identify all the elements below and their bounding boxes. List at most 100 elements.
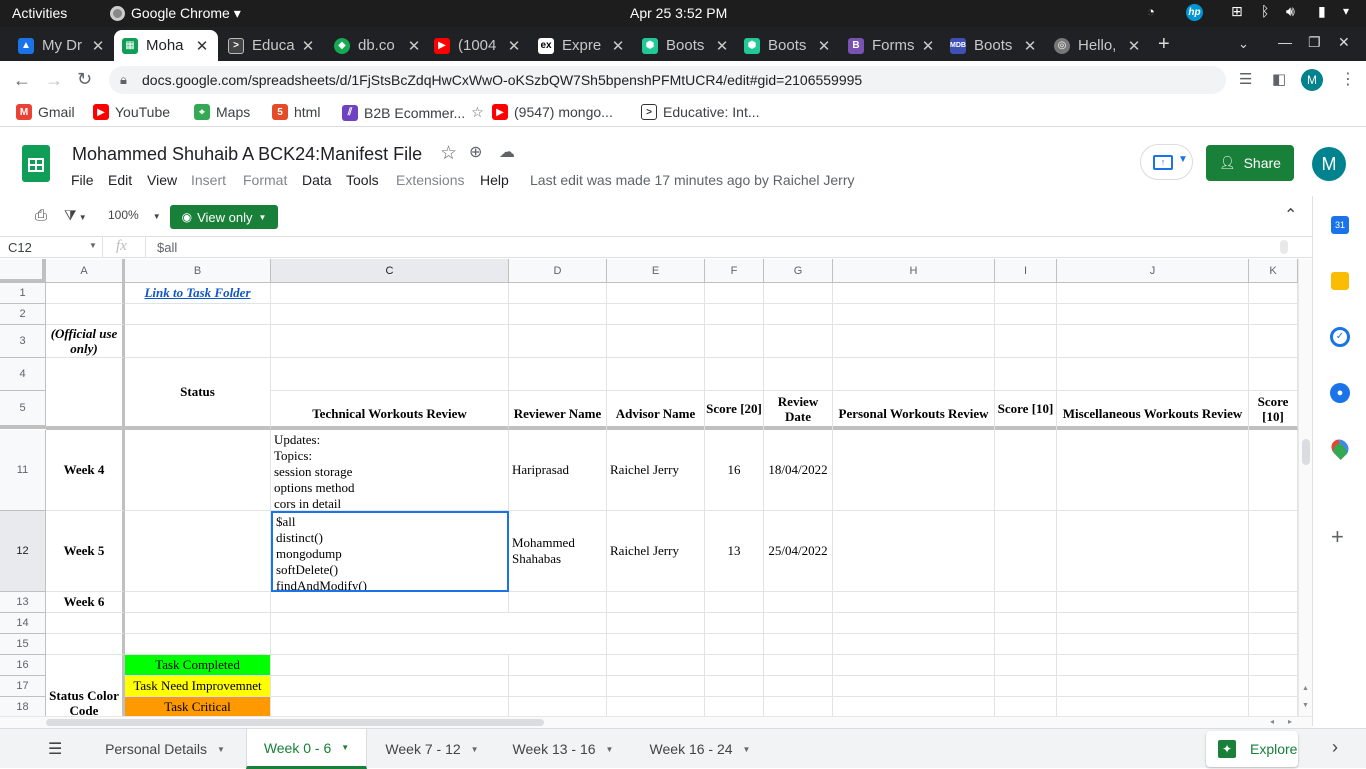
explore-button[interactable]: ✦ Explore [1206,731,1298,767]
battery-icon[interactable]: ▮ [1318,3,1326,20]
column-header[interactable]: F [705,259,764,283]
print-icon[interactable]: ⎙ [35,207,47,224]
review-date-cell[interactable]: 18/04/2022 [764,430,833,511]
cell[interactable] [271,655,509,676]
week-label[interactable]: Week 6 [46,592,125,613]
task-folder-link[interactable]: Link to Task Folder [125,283,271,304]
score-10-header[interactable]: Score [10] [995,391,1057,430]
close-tab-icon[interactable]: ✕ [194,37,210,55]
score-cell[interactable]: 16 [705,430,764,511]
week-label[interactable]: Week 5 [46,511,125,592]
vertical-scrollbar[interactable]: ▲ ▼ [1298,259,1312,716]
bookmark-b2b[interactable]: ⫽ B2B Ecommer... ☆ [342,104,484,121]
browser-tab[interactable]: MDB Boots ✕ [942,30,1046,61]
keep-icon[interactable] [1331,272,1349,290]
score-20-header[interactable]: Score [20] [705,391,764,430]
row-header[interactable]: 4 [0,358,46,391]
cell[interactable] [995,430,1057,511]
tasks-icon[interactable]: ✓ [1330,327,1350,347]
row-header[interactable]: 16 [0,655,46,676]
row-13-empty[interactable] [509,592,1298,613]
close-tab-icon[interactable]: ✕ [816,37,832,55]
advisor-cell[interactable]: Raichel Jerry [607,430,705,511]
row-header[interactable]: 2 [0,304,46,325]
row-header[interactable]: 5 [0,391,46,429]
column-header[interactable]: J [1057,259,1249,283]
filter-icon[interactable]: ⧩ ▼ [64,207,87,224]
cell[interactable] [46,634,125,655]
activities-button[interactable]: Activities [12,5,67,21]
present-button[interactable]: ↑ ▼ [1140,144,1193,180]
cell[interactable] [1057,511,1249,592]
close-tab-icon[interactable]: ✕ [920,37,936,55]
menu-help[interactable]: Help [480,172,509,188]
cell[interactable] [1249,511,1298,592]
column-header[interactable]: B [125,259,271,283]
misc-review-header[interactable]: Miscellaneous Workouts Review [1057,391,1249,430]
cell[interactable] [833,430,995,511]
scroll-left-icon[interactable]: ◂ [1270,717,1274,726]
cell[interactable] [271,676,509,697]
row-header[interactable]: 3 [0,325,46,358]
column-header[interactable]: I [995,259,1057,283]
cell[interactable] [1249,430,1298,511]
row-header[interactable]: 14 [0,613,46,634]
browser-tab[interactable]: ex Expre ✕ [530,30,634,61]
move-icon[interactable]: ⊕ [469,142,482,162]
cell[interactable] [271,592,509,613]
row-header[interactable]: 13 [0,592,46,613]
reviewer-cell[interactable]: Mohammed Shahabas [509,511,607,592]
close-window-icon[interactable]: ✕ [1338,34,1350,51]
close-tab-icon[interactable]: ✕ [506,37,522,55]
cell[interactable] [125,613,271,634]
close-tab-icon[interactable]: ✕ [610,37,626,55]
all-sheets-icon[interactable]: ☰ [48,739,62,759]
technical-review-cell[interactable]: Updates: Topics: session storage options… [271,430,509,511]
volume-icon[interactable]: 🔊︎ [1286,3,1295,20]
cell[interactable] [46,358,125,430]
row-header[interactable]: 17 [0,676,46,697]
system-menu-arrow-icon[interactable]: ▾ [1343,4,1349,18]
sheets-logo-icon[interactable] [22,145,50,182]
close-tab-icon[interactable]: ✕ [406,37,422,55]
account-avatar[interactable]: M [1312,147,1346,181]
more-options-icon[interactable]: ⋮ [1340,69,1356,89]
horizontal-scrollbar[interactable]: ◂ ▸ [0,716,1312,728]
browser-tab[interactable]: B Forms ✕ [840,30,944,61]
app-menu[interactable]: Google Chrome ▾ [131,5,241,22]
status-cell[interactable] [125,511,271,592]
scroll-right-icon[interactable]: ▸ [1288,717,1292,726]
formula-expand-handle[interactable] [1280,240,1288,254]
row-4-empty[interactable] [271,358,1298,391]
cell[interactable] [271,697,509,716]
row-14-empty[interactable] [271,613,1298,634]
row-header-selected[interactable]: 12 [0,511,46,592]
row-16-empty[interactable] [509,655,1298,676]
row-2-empty[interactable] [271,304,1298,325]
browser-tab[interactable]: ▶ (1004 ✕ [426,30,530,61]
column-header-selected[interactable]: C [271,259,509,283]
legend-task-critical[interactable]: Task Critical [125,697,271,716]
column-header[interactable]: D [509,259,607,283]
close-tab-icon[interactable]: ✕ [714,37,730,55]
menu-data[interactable]: Data [302,172,332,188]
network-icon[interactable]: ⊞ [1231,3,1243,20]
bookmark-gmail[interactable]: M Gmail [16,104,75,120]
browser-tab[interactable]: ◆ db.co ✕ [326,30,430,61]
personal-review-header[interactable]: Personal Workouts Review [833,391,995,430]
view-only-button[interactable]: ◉ View only ▼ [170,205,278,229]
legend-task-completed[interactable]: Task Completed [125,655,271,676]
column-header[interactable]: H [833,259,995,283]
show-side-panel-icon[interactable]: › [1332,737,1338,758]
row-header[interactable]: 11 [0,430,46,511]
row-1-empty[interactable] [271,283,1298,304]
cell[interactable] [46,283,125,304]
cell[interactable] [125,634,271,655]
row-3-empty[interactable] [271,325,1298,358]
row-header[interactable]: 18 [0,697,46,716]
bookmark-youtube[interactable]: ▶ YouTube [93,104,170,120]
bluetooth-icon[interactable]: ᛒ [1261,3,1269,19]
tab-search-icon[interactable]: ⌄ [1238,36,1249,52]
week-label[interactable]: Week 4 [46,430,125,511]
omnibox[interactable]: 🔒︎ docs.google.com/spreadsheets/d/1FjSts… [109,66,1226,94]
